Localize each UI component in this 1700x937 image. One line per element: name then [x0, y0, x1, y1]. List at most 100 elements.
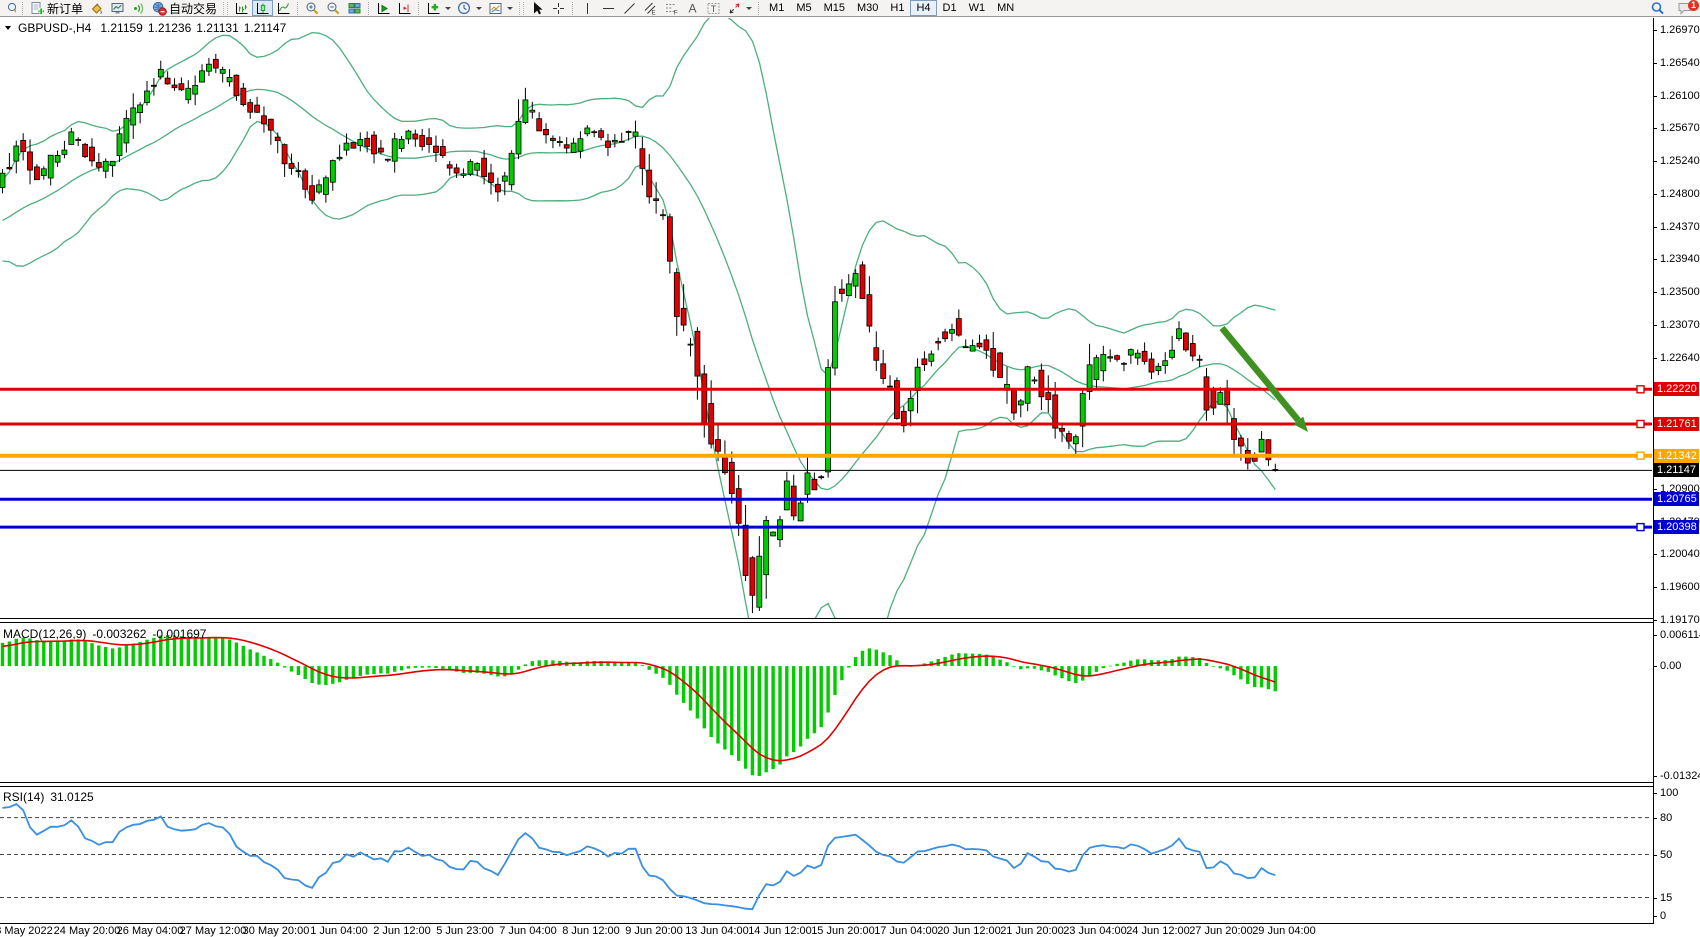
- macd-tick-label: 0.00: [1660, 660, 1681, 672]
- price-tick-mark: [1653, 128, 1657, 129]
- chevron-down-icon[interactable]: [5, 26, 11, 30]
- autotrading-label: 自动交易: [169, 0, 217, 17]
- price-tick-label: 1.19600: [1660, 581, 1700, 593]
- timeframe-h1[interactable]: H1: [884, 0, 910, 16]
- time-axis-label: 24 May 20:00: [54, 925, 121, 937]
- ohlc-close: 1.21147: [244, 21, 287, 35]
- price-tick-label: 1.26970: [1660, 24, 1700, 36]
- rsi-tick-mark: [1653, 898, 1657, 899]
- chart-symbol-period: GBPUSD-,H4: [18, 21, 91, 35]
- arrows-tool-button[interactable]: [724, 0, 755, 16]
- indicators-button[interactable]: [423, 0, 454, 16]
- vertical-line-tool-button[interactable]: [577, 0, 598, 16]
- main-chart-canvas[interactable]: [0, 18, 1654, 618]
- timeframe-m5[interactable]: M5: [790, 0, 817, 16]
- line-chart-button[interactable]: [273, 0, 294, 16]
- rsi-title: RSI(14): [3, 790, 44, 804]
- price-tick-mark: [1653, 194, 1657, 195]
- notification-badge: 1: [1688, 0, 1699, 11]
- svg-text:F: F: [674, 10, 678, 16]
- price-tick-label: 1.23500: [1660, 286, 1700, 298]
- price-tick-label: 1.20040: [1660, 548, 1700, 560]
- tile-windows-icon: [347, 1, 362, 16]
- horizontal-line-tool-button[interactable]: [598, 0, 619, 16]
- signals-button[interactable]: [128, 0, 149, 16]
- main-toolbar: 新订单 自动交易: [0, 0, 1700, 17]
- rsi-tick-label: 15: [1660, 892, 1672, 904]
- templates-button[interactable]: [485, 0, 516, 16]
- timeframe-m15[interactable]: M15: [818, 0, 851, 16]
- panel-separator[interactable]: [0, 618, 1654, 619]
- time-axis-label: 9 Jun 20:00: [625, 925, 683, 937]
- price-tick-mark: [1653, 227, 1657, 228]
- templates-icon: [488, 1, 503, 16]
- price-tick-mark: [1653, 161, 1657, 162]
- timeframe-mn[interactable]: MN: [991, 0, 1020, 16]
- indicators-dropdown-caret: [445, 7, 451, 10]
- cursor-tool-button[interactable]: [527, 0, 548, 16]
- rsi-panel-canvas[interactable]: [0, 787, 1654, 923]
- zoom-out-icon: [326, 1, 341, 16]
- time-axis-label: 24 Jun 12:00: [1126, 925, 1190, 937]
- macd-panel-canvas[interactable]: [0, 623, 1654, 782]
- timeframe-m1[interactable]: M1: [763, 0, 790, 16]
- price-tick-mark: [1653, 96, 1657, 97]
- text-tool-button[interactable]: A: [682, 0, 703, 16]
- macd-tick-mark: [1653, 776, 1657, 777]
- ohlc-high: 1.21236: [148, 21, 191, 35]
- zoom-in-button[interactable]: [302, 0, 323, 16]
- trendline-icon: [622, 1, 637, 16]
- ohlc-open: 1.21159: [100, 21, 143, 35]
- channel-tool-button[interactable]: E: [640, 0, 661, 16]
- search-button[interactable]: [1647, 0, 1668, 16]
- candlestick-chart-button[interactable]: [252, 0, 273, 16]
- svg-text:A: A: [689, 1, 697, 15]
- price-tick-label: 1.25670: [1660, 122, 1700, 134]
- new-order-label: 新订单: [47, 0, 83, 17]
- chart-shift-button[interactable]: [394, 0, 415, 16]
- notifications-button[interactable]: 1: [1674, 0, 1696, 16]
- trendline-tool-button[interactable]: [619, 0, 640, 16]
- bar-chart-button[interactable]: [231, 0, 252, 16]
- chart-window-icon: [110, 1, 125, 16]
- styles-button[interactable]: [86, 0, 107, 16]
- chart-shift-icon: [397, 1, 412, 16]
- price-line-label: 1.22220: [1654, 382, 1699, 396]
- time-axis-label: 17 Jun 04:00: [874, 925, 938, 937]
- price-tick-label: 1.23070: [1660, 319, 1700, 331]
- auto-scroll-button[interactable]: [373, 0, 394, 16]
- label-tool-button[interactable]: T: [703, 0, 724, 16]
- rsi-tick-mark: [1653, 818, 1657, 819]
- fibonacci-tool-button[interactable]: F: [661, 0, 682, 16]
- ohlc-low: 1.21131: [196, 21, 239, 35]
- crosshair-tool-button[interactable]: [548, 0, 569, 16]
- timeframe-w1[interactable]: W1: [963, 0, 992, 16]
- timeframe-d1[interactable]: D1: [937, 0, 963, 16]
- periods-button[interactable]: [454, 0, 485, 16]
- crosshair-icon: [551, 1, 566, 16]
- timeframe-h4[interactable]: H4: [910, 0, 936, 16]
- panel-separator[interactable]: [0, 782, 1654, 783]
- new-order-icon: [30, 1, 45, 16]
- rsi-indicator-label: RSI(14) 31.0125: [3, 790, 94, 804]
- panel-separator[interactable]: [0, 622, 1654, 623]
- market-watch-button[interactable]: [107, 0, 128, 16]
- timeframe-m30[interactable]: M30: [851, 0, 884, 16]
- zoom-out-button[interactable]: [323, 0, 344, 16]
- magnifier-icon: [4, 1, 16, 16]
- panel-separator[interactable]: [0, 786, 1654, 787]
- price-tick-mark: [1653, 325, 1657, 326]
- cursor-icon: [530, 1, 545, 16]
- tile-windows-button[interactable]: [344, 0, 365, 16]
- rsi-tick-label: 50: [1660, 849, 1672, 861]
- new-order-button[interactable]: 新订单: [27, 0, 86, 16]
- price-line-label: 1.21761: [1654, 417, 1699, 431]
- macd-tick-label: 0.006114: [1660, 629, 1700, 641]
- price-line-label: 1.20765: [1654, 492, 1699, 506]
- time-axis-label: 14 Jun 12:00: [748, 925, 812, 937]
- price-tick-mark: [1653, 63, 1657, 64]
- find-symbol-button[interactable]: [1, 0, 19, 16]
- line-chart-icon: [276, 1, 291, 16]
- timeframe-group: M1M5M15M30H1H4D1W1MN: [763, 0, 1020, 16]
- autotrading-button[interactable]: 自动交易: [149, 0, 220, 16]
